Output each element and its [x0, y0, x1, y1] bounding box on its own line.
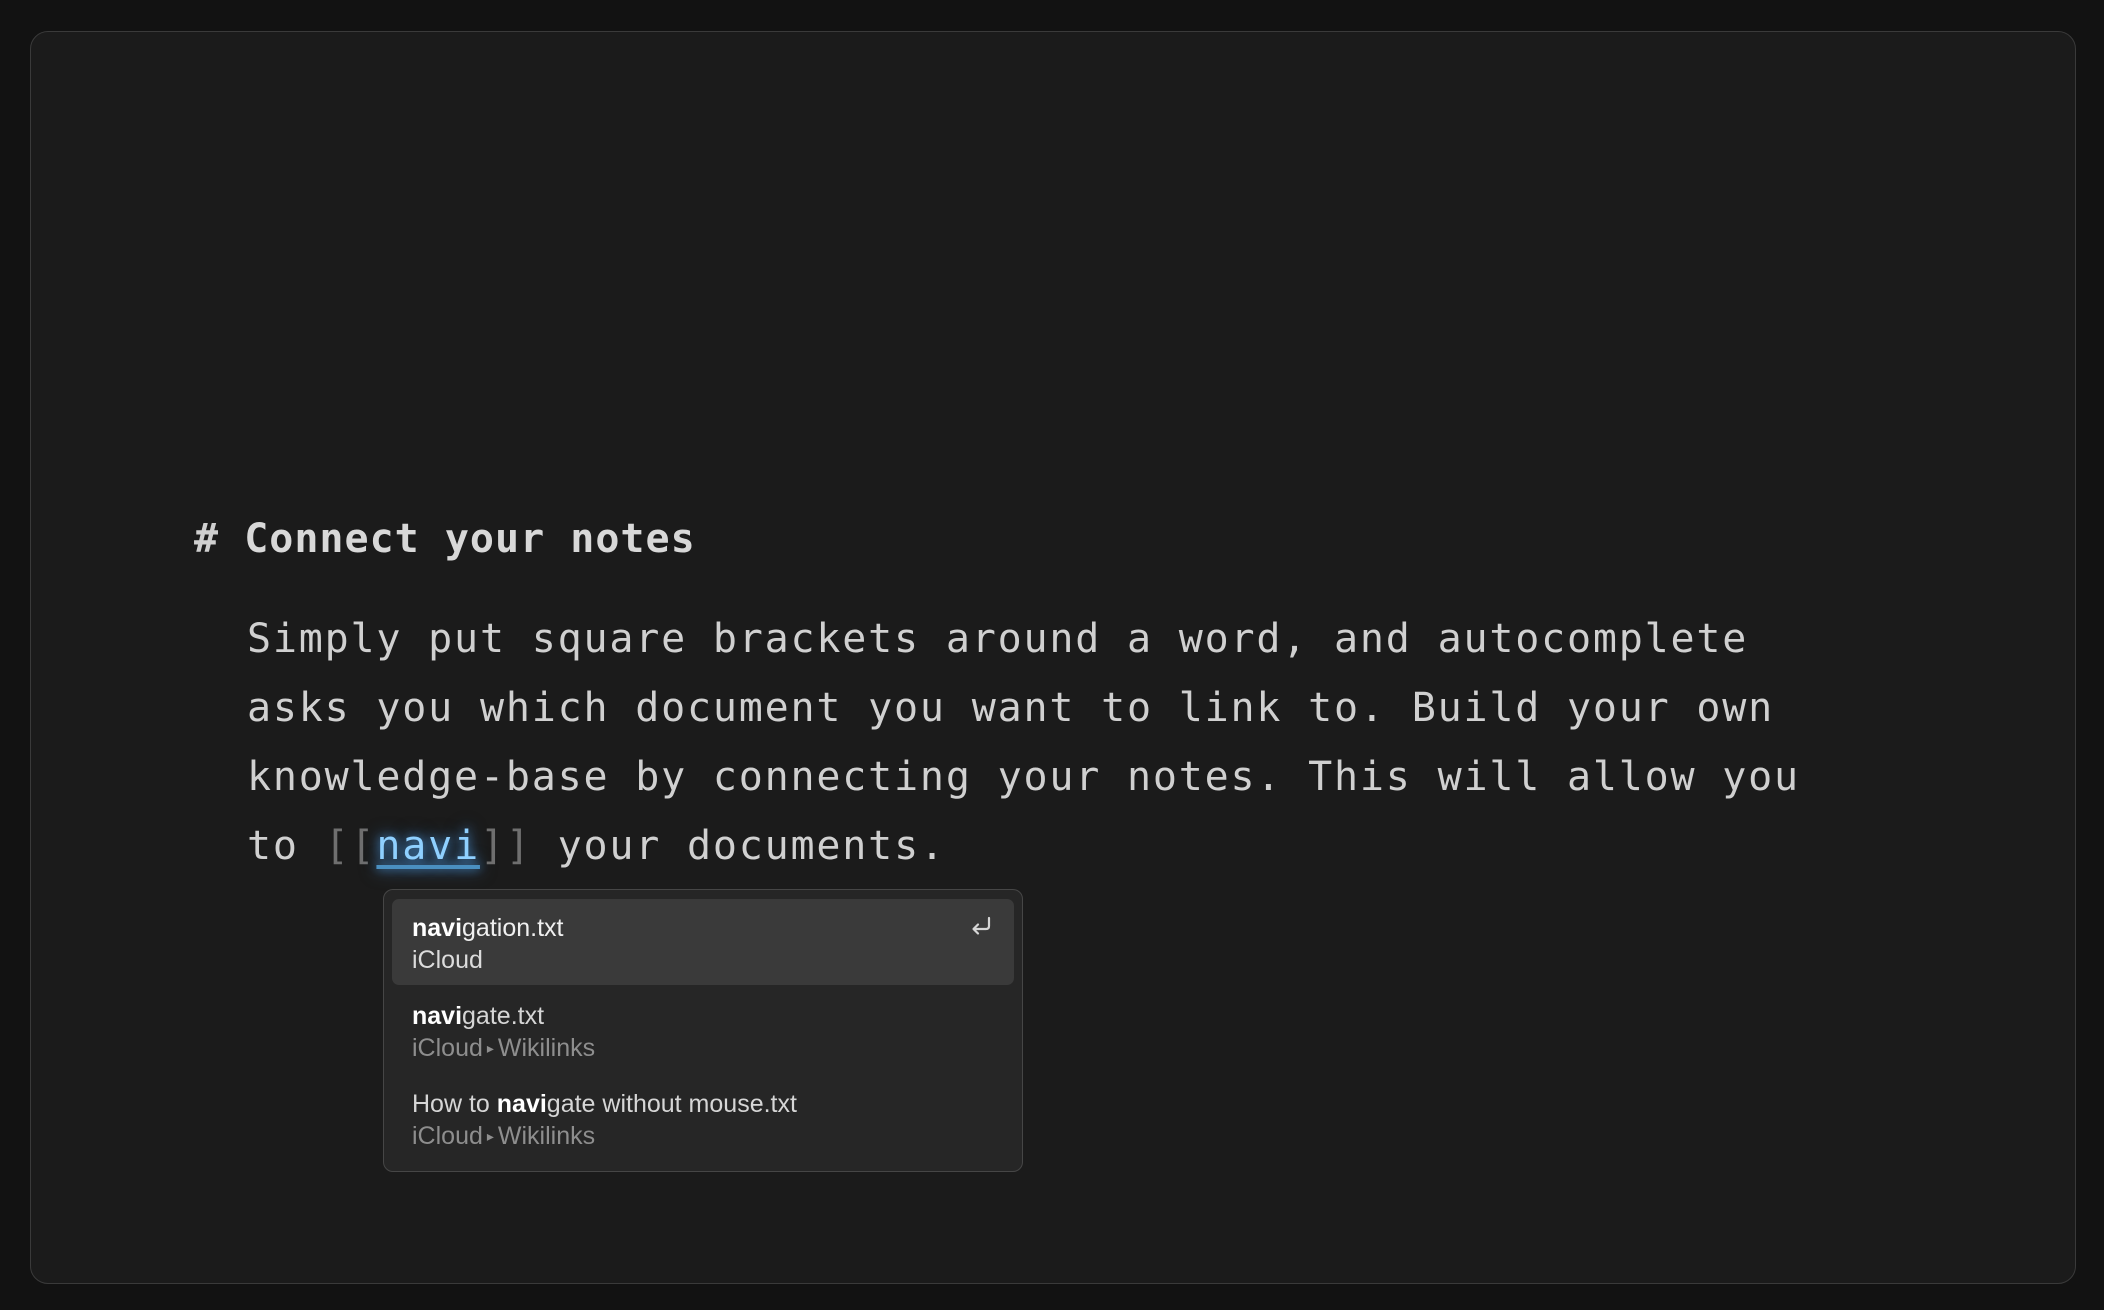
title-match: navi — [412, 1002, 463, 1030]
location-part: iCloud — [412, 1034, 483, 1062]
text-editor[interactable]: # Connect your notes Simply put square b… — [31, 32, 2075, 1283]
title-match: navi — [496, 1090, 547, 1118]
location-part: iCloud — [412, 1122, 483, 1150]
autocomplete-item[interactable]: navigate.txt iCloud ▸ Wikilinks — [392, 987, 1014, 1073]
paragraph-line-4[interactable]: to [[navi]] your documents. — [247, 811, 946, 881]
autocomplete-popup: navigation.txt iCloud navigate.txt iClou… — [383, 889, 1023, 1172]
paragraph-line-2[interactable]: asks you which document you want to link… — [247, 673, 1774, 743]
title-before: How to — [412, 1090, 497, 1118]
title-match: navi — [412, 914, 463, 942]
autocomplete-item-title: navigate.txt — [412, 1000, 994, 1032]
autocomplete-item[interactable]: navigation.txt iCloud — [392, 899, 1014, 985]
location-part: Wikilinks — [497, 1034, 596, 1062]
path-separator-icon: ▸ — [486, 1040, 494, 1056]
autocomplete-item-title: How to navigate without mouse.txt — [412, 1088, 994, 1120]
wikilink-query[interactable]: navi — [376, 823, 480, 869]
title-after: gate.txt — [462, 1002, 545, 1030]
line4-prefix: to — [247, 823, 325, 869]
autocomplete-item-location: iCloud ▸ Wikilinks — [412, 1120, 994, 1152]
editor-window: # Connect your notes Simply put square b… — [30, 31, 2076, 1284]
wikilink-close-bracket: ]] — [479, 823, 532, 869]
wikilink-open-bracket: [[ — [324, 823, 377, 869]
path-separator-icon: ▸ — [486, 1128, 494, 1144]
autocomplete-item[interactable]: How to navigate without mouse.txt iCloud… — [392, 1075, 1014, 1161]
location-part: iCloud — [412, 946, 483, 974]
title-after: gation.txt — [462, 914, 564, 942]
autocomplete-item-location: iCloud ▸ Wikilinks — [412, 1032, 994, 1064]
heading-text: Connect your notes — [244, 516, 696, 562]
autocomplete-item-location: iCloud — [412, 944, 994, 976]
title-after: gate without mouse.txt — [546, 1090, 797, 1118]
paragraph-line-1[interactable]: Simply put square brackets around a word… — [247, 604, 1748, 674]
return-key-icon — [972, 916, 991, 935]
heading-marker: # — [194, 516, 220, 562]
line4-suffix: your documents. — [531, 823, 946, 869]
location-part: Wikilinks — [497, 1122, 596, 1150]
paragraph-line-3[interactable]: knowledge-base by connecting your notes.… — [247, 742, 1800, 812]
autocomplete-item-title: navigation.txt — [412, 912, 994, 944]
heading-line[interactable]: # Connect your notes — [194, 504, 696, 574]
